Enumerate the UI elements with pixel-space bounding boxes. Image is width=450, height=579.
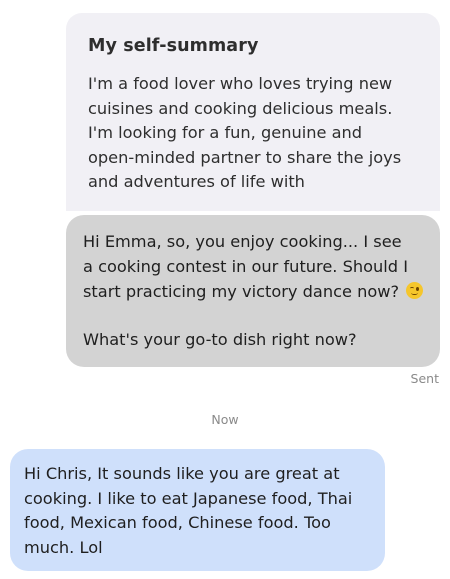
message-line: much. Lol: [24, 537, 103, 557]
message-line: food, Mexican food, Chinese food. Too: [24, 513, 331, 532]
sent-message-bubble[interactable]: Hi Emma, so, you enjoy cooking... I see …: [66, 215, 440, 367]
message-question: What's your go-to dish right now?: [83, 330, 357, 349]
quoted-profile-section[interactable]: My self-summary I'm a food lover who lov…: [66, 13, 440, 211]
timestamp-divider: Now: [211, 412, 239, 427]
quote-title: My self-summary: [88, 36, 259, 56]
message-line: start practicing my victory dance now?: [83, 279, 426, 304]
received-message-bubble[interactable]: Hi Chris, It sounds like you are great a…: [10, 449, 385, 571]
message-line: a cooking contest in our future. Should …: [83, 257, 408, 276]
sent-status: Sent: [410, 371, 439, 386]
quote-line: and adventures of life with: [88, 172, 305, 191]
quote-body: I'm a food lover who loves trying new cu…: [88, 72, 420, 195]
winking-face-emoji-icon: [406, 282, 424, 299]
quote-line: open-minded partner to share the joys: [88, 147, 402, 167]
quote-line: I'm a food lover who loves trying new: [88, 74, 393, 93]
message-line: cooking. I like to eat Japanese food, Th…: [24, 488, 353, 508]
chat-screen: My self-summary I'm a food lover who lov…: [0, 0, 450, 579]
message-line: Hi Emma, so, you enjoy cooking... I see: [83, 232, 402, 251]
message-line-text: start practicing my victory dance now?: [83, 282, 400, 301]
quote-line: I'm looking for a fun, genuine and: [88, 123, 363, 142]
quote-line: cuisines and cooking delicious meals.: [88, 98, 393, 118]
message-line: Hi Chris, It sounds like you are great a…: [24, 464, 340, 483]
